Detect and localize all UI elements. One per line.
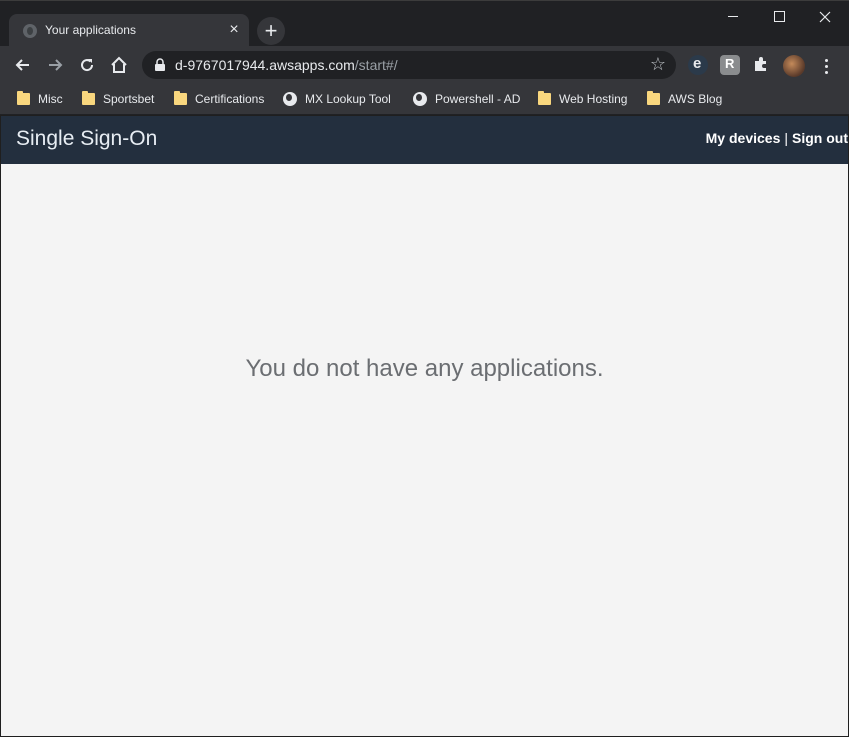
bookmark-certifications[interactable]: Certifications [174, 89, 264, 109]
tab-title: Your applications [45, 23, 136, 37]
sso-header: Single Sign-On My devices | Sign out [1, 116, 848, 164]
arrow-right-icon [49, 59, 63, 71]
bookmark-label: Sportsbet [103, 92, 155, 106]
extension-e-icon[interactable] [688, 55, 708, 75]
puzzle-icon [755, 57, 766, 71]
reload-button[interactable] [74, 52, 100, 78]
window-border-left [0, 116, 1, 737]
bookmark-label: Certifications [195, 92, 265, 106]
browser-tab[interactable]: Your applications × [9, 14, 249, 47]
close-window-button[interactable] [802, 3, 848, 31]
folder-icon [17, 91, 30, 105]
new-tab-button[interactable]: + [257, 17, 285, 45]
folder-icon [538, 91, 551, 105]
close-icon [819, 11, 831, 23]
maximize-button[interactable] [756, 3, 802, 31]
home-button[interactable] [106, 52, 132, 78]
globe-icon [23, 24, 37, 38]
url-text: d-9767017944.awsapps.com/start#/ [175, 57, 398, 73]
forward-button[interactable] [42, 52, 68, 78]
extensions-puzzle-icon[interactable] [752, 55, 772, 75]
globe-icon [283, 92, 297, 106]
bookmark-label: AWS Blog [668, 92, 723, 106]
bookmark-mx-lookup[interactable]: MX Lookup Tool [283, 89, 391, 109]
window-titlebar: Your applications × + [0, 0, 849, 47]
bookmarks-bar: Misc Sportsbet Certifications MX Lookup … [0, 84, 849, 115]
close-tab-icon[interactable]: × [225, 21, 243, 39]
bookmark-powershell[interactable]: Powershell - AD [413, 89, 520, 109]
bookmark-label: Web Hosting [559, 92, 628, 106]
reload-icon [81, 59, 94, 72]
bookmark-label: MX Lookup Tool [305, 92, 391, 106]
lock-icon [155, 58, 165, 71]
folder-icon [82, 91, 95, 105]
link-separator: | [784, 130, 788, 146]
url-host: d-9767017944.awsapps.com [175, 57, 355, 73]
minimize-button[interactable] [710, 3, 756, 31]
bookmark-aws-blog[interactable]: AWS Blog [647, 89, 722, 109]
bookmark-label: Powershell - AD [435, 92, 521, 106]
folder-icon [174, 91, 187, 105]
my-devices-link[interactable]: My devices [706, 130, 781, 146]
url-path: /start#/ [354, 57, 398, 73]
bookmark-misc[interactable]: Misc [17, 89, 63, 109]
back-button[interactable] [10, 52, 36, 78]
bookmark-star-icon[interactable]: ☆ [650, 55, 666, 73]
extension-r-icon[interactable] [720, 55, 740, 75]
page-title: Single Sign-On [16, 127, 158, 150]
menu-dots-icon[interactable] [817, 56, 835, 76]
globe-icon [413, 92, 427, 106]
bookmark-web-hosting[interactable]: Web Hosting [538, 89, 627, 109]
bookmark-sportsbet[interactable]: Sportsbet [82, 89, 154, 109]
page-content: Single Sign-On My devices | Sign out You d… [1, 116, 848, 736]
empty-state-message: You do not have any applications. [245, 355, 604, 382]
home-icon [111, 56, 127, 73]
header-links: My devices | Sign out [706, 130, 848, 146]
sign-out-link[interactable]: Sign out [792, 130, 848, 146]
bookmark-label: Misc [38, 92, 63, 106]
profile-avatar[interactable] [783, 55, 805, 77]
arrow-left-icon [15, 59, 29, 71]
browser-toolbar: d-9767017944.awsapps.com/start#/ ☆ [0, 46, 849, 84]
address-bar[interactable]: d-9767017944.awsapps.com/start#/ ☆ [142, 51, 676, 79]
folder-icon [647, 91, 660, 105]
